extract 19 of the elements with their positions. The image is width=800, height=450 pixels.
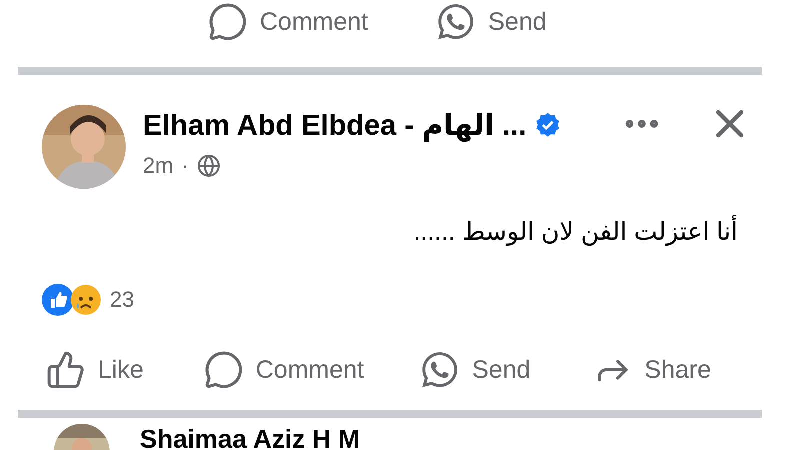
share-button[interactable]: Share [592, 348, 712, 392]
post-time[interactable]: 2m [143, 153, 174, 179]
send-button[interactable]: Send [420, 348, 531, 392]
author-name[interactable]: Elham Abd Elbdea - الهام ... [143, 108, 527, 142]
send-button[interactable]: Send [436, 0, 547, 44]
comment-button[interactable]: Comment [208, 0, 368, 44]
like-reaction-icon [42, 284, 74, 316]
whatsapp-icon [420, 350, 460, 390]
thumbs-up-icon [46, 350, 86, 390]
comment-button[interactable]: Comment [204, 348, 364, 392]
reaction-count[interactable]: 23 [110, 286, 134, 312]
globe-icon [196, 154, 221, 178]
like-button[interactable]: Like [46, 348, 144, 392]
sad-reaction-icon [70, 284, 102, 316]
comment-icon [204, 350, 244, 390]
author-name[interactable]: Shaimaa Aziz H M [140, 424, 360, 450]
whatsapp-icon [436, 2, 476, 42]
comment-icon [208, 2, 248, 42]
separator-dot: · [182, 153, 189, 179]
